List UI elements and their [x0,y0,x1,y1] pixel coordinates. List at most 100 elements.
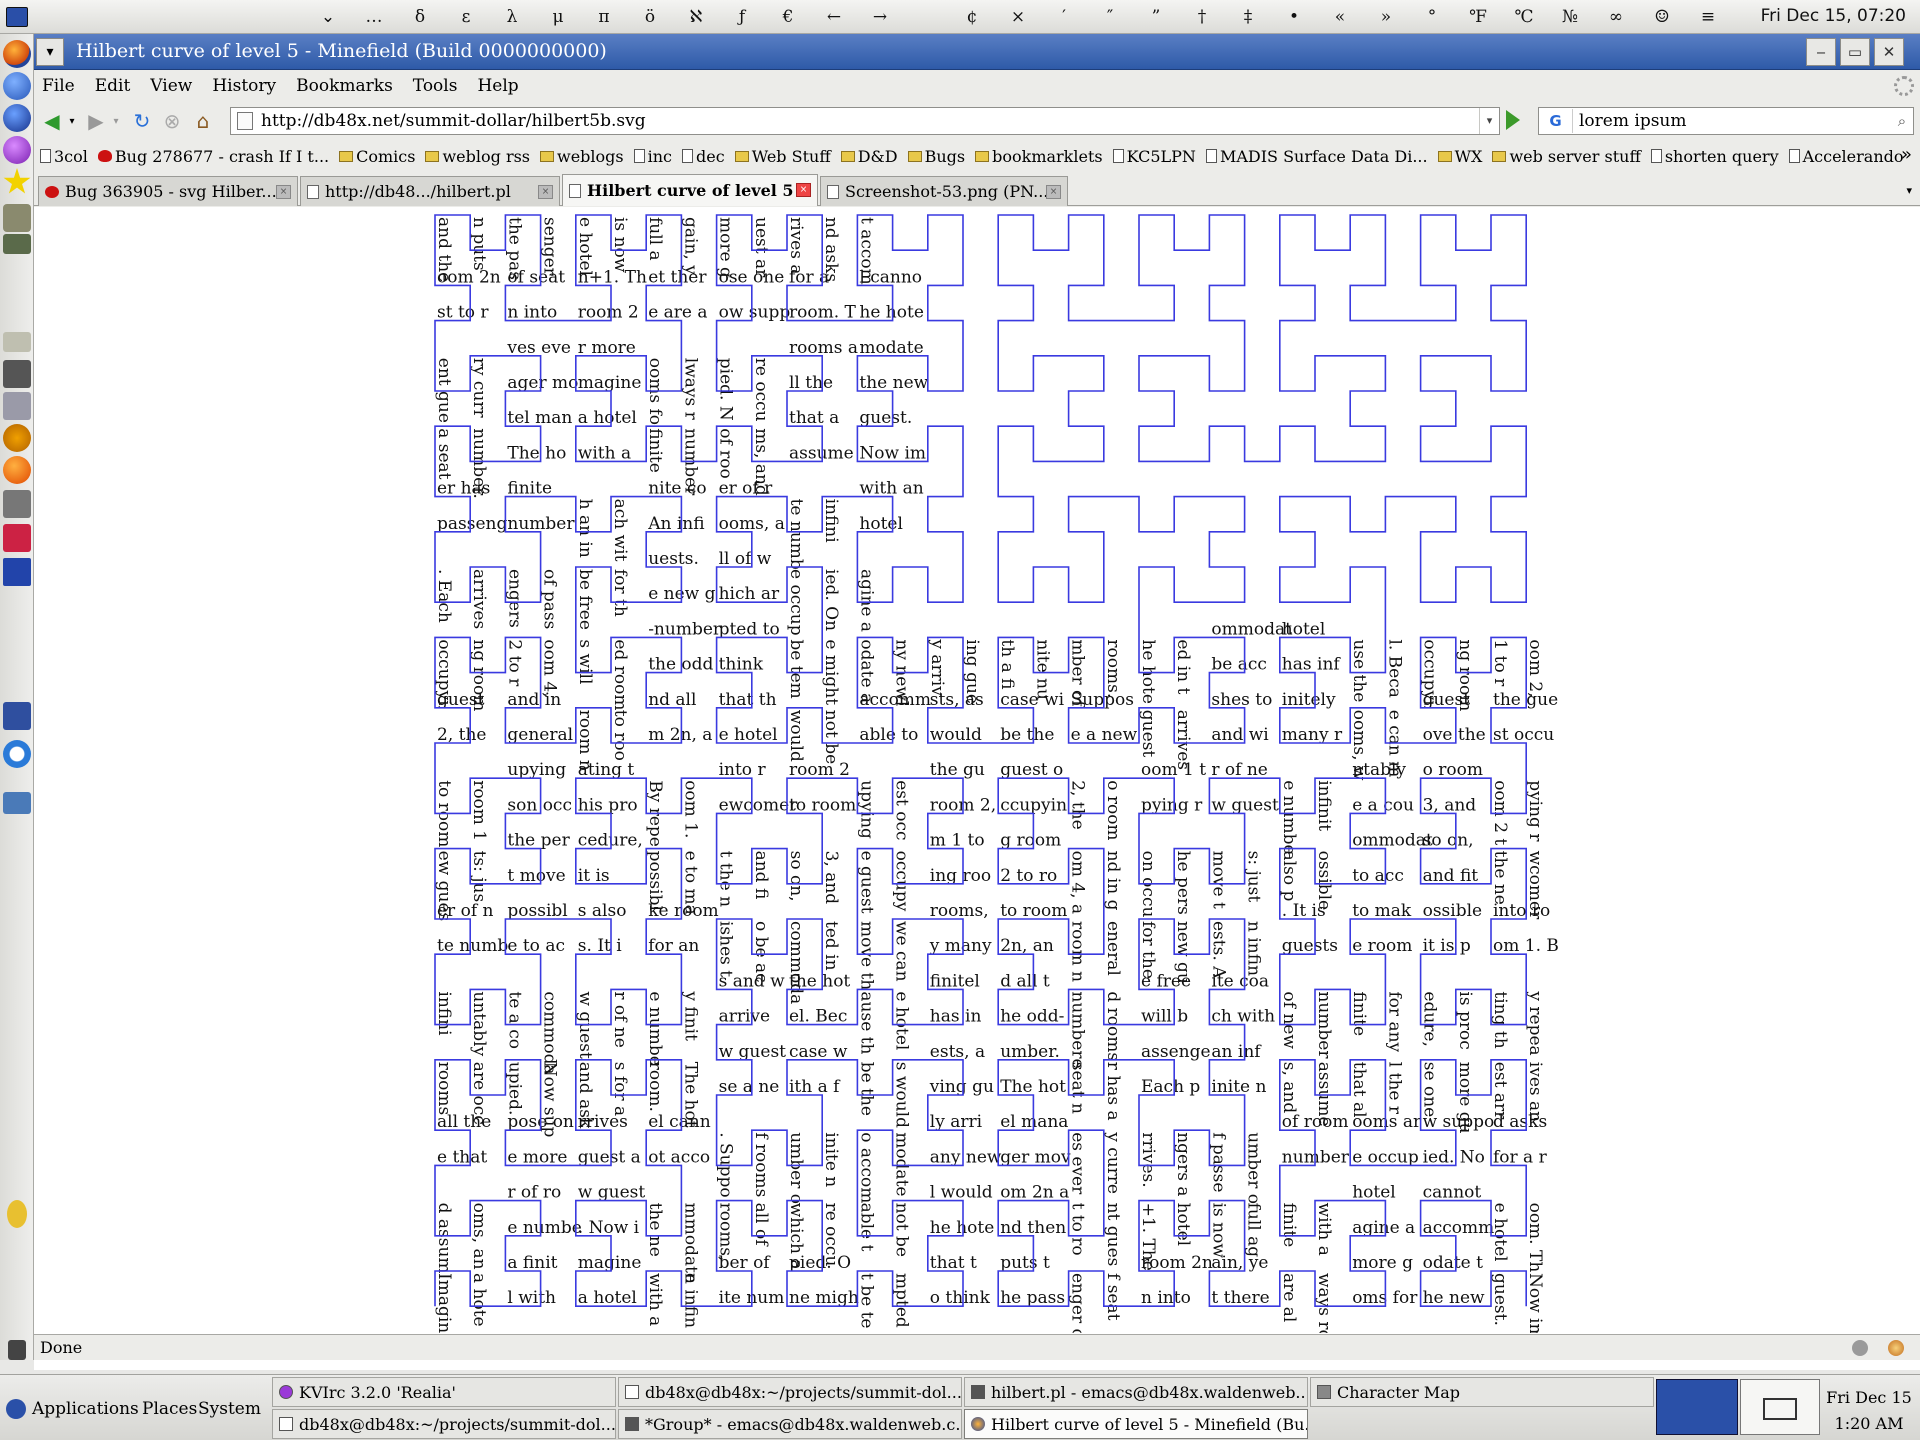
go-arrow-icon[interactable] [1506,110,1520,130]
tools-launcher-icon[interactable] [3,490,31,518]
tab-close-icon[interactable]: × [276,185,291,199]
bookmark-accelerando[interactable]: Accelerando [1788,147,1904,166]
bottom-clock[interactable]: Fri Dec 15 1:20 AM [1826,1385,1912,1437]
charmap-glyph[interactable]: • [1271,7,1317,27]
charmap-glyph[interactable]: « [1317,7,1363,27]
charmap-glyph[interactable]: ƒ [719,7,765,27]
charmap-glyph[interactable]: × [995,7,1041,27]
notes-launcher-icon[interactable] [3,332,31,352]
charmap-glyph[interactable]: ε [443,7,489,27]
ts-launcher-icon[interactable] [3,702,31,730]
tab-close-icon[interactable]: × [538,185,553,199]
back-arrow-icon[interactable]: ◀ [38,108,66,134]
tab-close-icon[interactable]: × [1046,185,1061,199]
charmap-glyph[interactable]: ″ [1087,7,1133,27]
bookmarks-overflow-chevron-icon[interactable]: » [1901,144,1912,165]
bookmark-inc[interactable]: inc [633,147,672,166]
charmap-glyph[interactable]: ‡ [1225,7,1271,27]
forward-arrow-icon[interactable]: ▶ [82,108,110,134]
charmap-glyph[interactable]: ′ [1041,7,1087,27]
search-input[interactable] [1573,111,1891,131]
charmap-glyph[interactable]: π [581,7,627,27]
url-input[interactable] [261,111,1479,131]
search-engine-icon[interactable]: G [1539,109,1573,133]
sync-launcher-icon[interactable] [3,740,31,768]
task-terminal-2[interactable]: db48x@db48x:~/projects/summit-dol... [272,1409,616,1439]
search-bar[interactable]: G ⌕ [1538,107,1914,135]
charmap-glyph[interactable]: ℉ [1455,7,1501,27]
search-icon[interactable]: ⌕ [1891,112,1913,130]
tab-close-icon[interactable]: × [796,183,811,197]
thunderbird-launcher-icon[interactable] [3,72,31,100]
charmap-glyph[interactable]: ∞ [1593,7,1639,27]
editor-launcher-icon[interactable] [3,360,31,388]
task-kvirc[interactable]: KVIrc 3.2.0 'Realia' [272,1377,616,1407]
charmap-glyph[interactable]: ¢ [949,7,995,27]
minimize-button[interactable]: ‒ [1806,38,1836,66]
menu-file[interactable]: File [42,76,75,96]
tab-bug-363905[interactable]: Bug 363905 - svg Hilber... × [38,176,298,206]
bookmark-madis[interactable]: MADIS Surface Data Di... [1205,147,1428,166]
help-launcher-icon[interactable] [3,424,31,452]
bookmark-comics[interactable]: Comics [339,147,415,166]
star-launcher-icon[interactable] [3,168,31,194]
task-minefield[interactable]: Hilbert curve of level 5 - Minefield (Bu… [964,1409,1308,1439]
task-terminal-1[interactable]: db48x@db48x:~/projects/summit-dol... [618,1377,962,1407]
places-menu[interactable]: Places [142,1399,197,1419]
task-character-map[interactable]: Character Map [1310,1377,1654,1407]
charmap-glyph[interactable]: ☺ [1639,7,1685,27]
applications-menu[interactable]: Applications [32,1399,139,1419]
charmap-glyph[interactable]: ⌄ [305,7,351,27]
menu-edit[interactable]: Edit [95,76,131,96]
charmap-glyph[interactable]: λ [489,7,535,27]
task-emacs-hilbert[interactable]: hilbert.pl - emacs@db48x.waldenweb... [964,1377,1308,1407]
window-titlebar[interactable]: ▾ Hilbert curve of level 5 - Minefield (… [34,34,1920,70]
bookmark-web-stuff[interactable]: Web Stuff [734,147,831,166]
charmap-glyph[interactable]: … [351,7,397,27]
tab-hilbert-pl[interactable]: http://db48.../hilbert.pl × [300,176,560,206]
menu-tools[interactable]: Tools [413,76,458,96]
panel-launcher-icon[interactable] [2,3,32,31]
charmap-glyph[interactable]: ℃ [1501,7,1547,27]
workspace-2[interactable] [1740,1379,1820,1435]
bookmark-dec[interactable]: dec [682,147,725,166]
charmap-glyph[interactable]: ” [1133,7,1179,27]
top-clock[interactable]: Fri Dec 15, 07:20 [1761,6,1906,26]
status-indicator-icon[interactable] [1852,1340,1868,1356]
tab-list-chevron-icon[interactable]: ▾ [1906,184,1912,197]
bookmark-3col[interactable]: 3col [40,147,88,166]
charmap-glyph[interactable]: → [857,7,903,27]
reload-icon[interactable]: ↻ [128,108,156,134]
bookmark-bookmarklets[interactable]: bookmarklets [975,147,1103,166]
calc-launcher-icon[interactable] [3,558,31,586]
charmap-glyph[interactable]: δ [397,7,443,27]
gimp-launcher-icon[interactable] [3,204,31,232]
system-menu[interactable]: System [198,1399,261,1419]
charmap-glyph[interactable]: μ [535,7,581,27]
bookmark-web-server-stuff[interactable]: web server stuff [1492,147,1641,166]
bookmark-bugs[interactable]: Bugs [907,147,965,166]
kvirc-launcher-icon[interactable] [3,136,31,164]
bookmark-weblog-rss[interactable]: weblog rss [425,147,530,166]
tab-screenshot-53[interactable]: Screenshot-53.png (PN... × [820,176,1068,206]
bookmark-weblogs[interactable]: weblogs [540,147,624,166]
bookmark-kc5lpn[interactable]: KC5LPN [1112,147,1196,166]
monitor-launcher-icon[interactable] [3,792,31,814]
bookmark-shorten-query[interactable]: shorten query [1650,147,1779,166]
charmap-glyph[interactable]: † [1179,7,1225,27]
url-dropdown-icon[interactable]: ▾ [1479,108,1499,134]
terminal-launcher-icon[interactable] [3,234,31,254]
url-bar[interactable]: ▾ [230,107,1500,135]
forward-history-chevron-icon[interactable]: ▾ [108,108,124,134]
charmap-glyph[interactable]: № [1547,7,1593,27]
charmap-applet[interactable]: ⌄… δ ε λ μ π ö ℵ ƒ € ← → ¢ × ′ ″” † ‡ • «» ° ℉ ℃ № ∞ ☺ ≡ [305,0,1731,34]
charmap-glyph[interactable]: » [1363,7,1409,27]
home-icon[interactable]: ⌂ [188,108,218,134]
bookmark-dnd[interactable]: D&D [840,147,898,166]
task-emacs-group[interactable]: *Group* - emacs@db48x.waldenweb.c... [618,1409,962,1439]
menu-bookmarks[interactable]: Bookmarks [296,76,393,96]
window-menu-button[interactable]: ▾ [36,38,64,66]
charmap-glyph[interactable]: ö [627,7,673,27]
firefox-launcher-icon[interactable] [3,40,31,68]
tux-launcher-icon[interactable] [7,1200,27,1228]
